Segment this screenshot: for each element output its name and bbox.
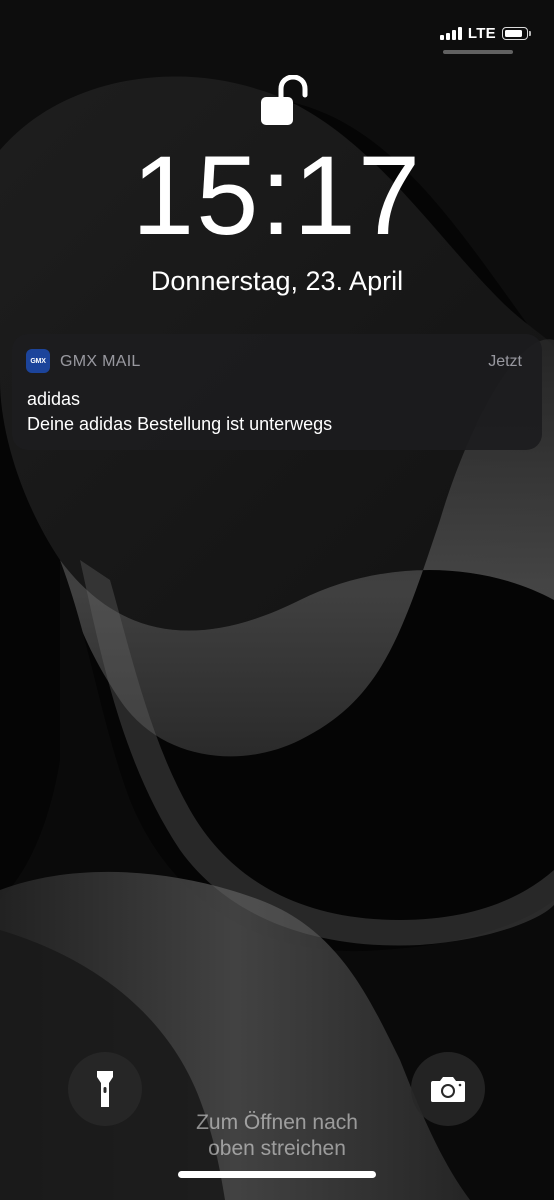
lock-screen-time: 15:17 — [131, 133, 423, 258]
signal-strength-icon — [439, 26, 462, 40]
notification-app-name: GMX MAIL — [60, 353, 141, 370]
control-center-indicator[interactable] — [443, 50, 513, 54]
flashlight-icon — [97, 1071, 113, 1107]
status-bar: LTE — [439, 22, 531, 44]
home-indicator[interactable] — [178, 1171, 376, 1178]
gmx-app-icon: GMX — [26, 349, 50, 373]
notification-time: Jetzt — [488, 353, 522, 370]
notification-body: Deine adidas Bestellung ist unterwegs — [27, 414, 333, 434]
lock-screen-date: Donnerstag, 23. April — [150, 266, 404, 296]
battery-icon — [502, 26, 531, 40]
notification-title: adidas — [27, 389, 81, 409]
swipe-up-hint: Zum Öffnen nach oben streichen — [0, 1110, 554, 1162]
swipe-up-hint-line1: Zum Öffnen nach — [196, 1111, 358, 1134]
swipe-up-hint-line2: oben streichen — [208, 1137, 346, 1160]
network-type-label: LTE — [467, 24, 496, 42]
camera-icon — [431, 1077, 465, 1102]
notification-card[interactable]: GMX GMX MAIL Jetzt adidas Deine adidas B… — [12, 334, 542, 450]
lock-open-icon — [261, 75, 308, 125]
